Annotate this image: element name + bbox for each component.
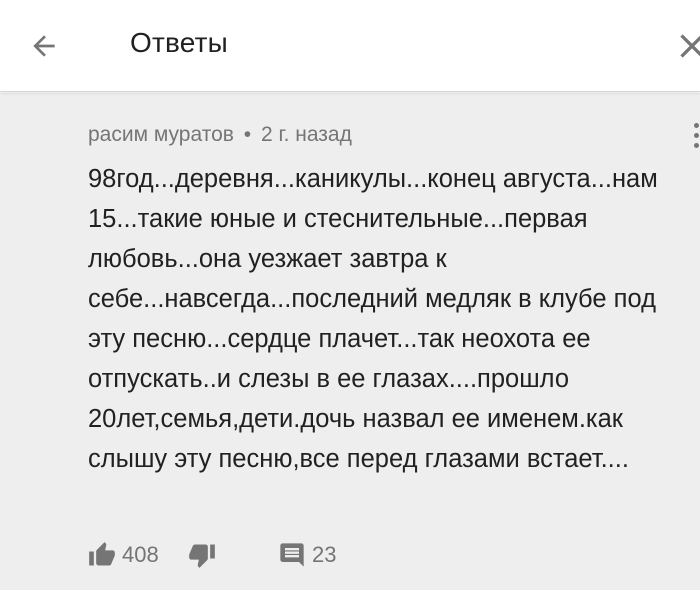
more-options-button[interactable]: [690, 121, 700, 151]
close-button[interactable]: [672, 22, 700, 70]
dislike-button[interactable]: [188, 535, 216, 575]
thumb-down-icon: [189, 544, 215, 568]
comment-time: 2 г. назад: [260, 123, 352, 146]
more-dot-icon: [694, 143, 699, 148]
comment-panel: расим муратов • 2 г. назад 98год...дерев…: [0, 93, 700, 590]
page-title: Ответы: [130, 27, 228, 58]
comment-author[interactable]: расим муратов: [88, 123, 234, 146]
bottom-divider: [0, 590, 700, 607]
more-dot-icon: [694, 133, 699, 138]
comment-icon: [280, 543, 304, 567]
comment-meta: расим муратов • 2 г. назад: [88, 123, 352, 147]
back-button[interactable]: [14, 18, 74, 74]
reply-button[interactable]: 23: [278, 535, 336, 575]
comment-text: 98год...деревня...каникулы...конец авгус…: [88, 165, 658, 473]
reply-count: 23: [312, 542, 337, 567]
close-icon: [680, 34, 700, 58]
arrow-back-icon: [33, 35, 55, 57]
thumb-up-icon: [89, 542, 115, 566]
like-count: 408: [122, 542, 159, 567]
comment-actions: 408 23: [88, 535, 388, 575]
app-bar: Ответы: [0, 0, 700, 92]
more-dot-icon: [694, 123, 699, 128]
like-button[interactable]: 408: [88, 535, 159, 575]
meta-separator: •: [243, 123, 252, 146]
